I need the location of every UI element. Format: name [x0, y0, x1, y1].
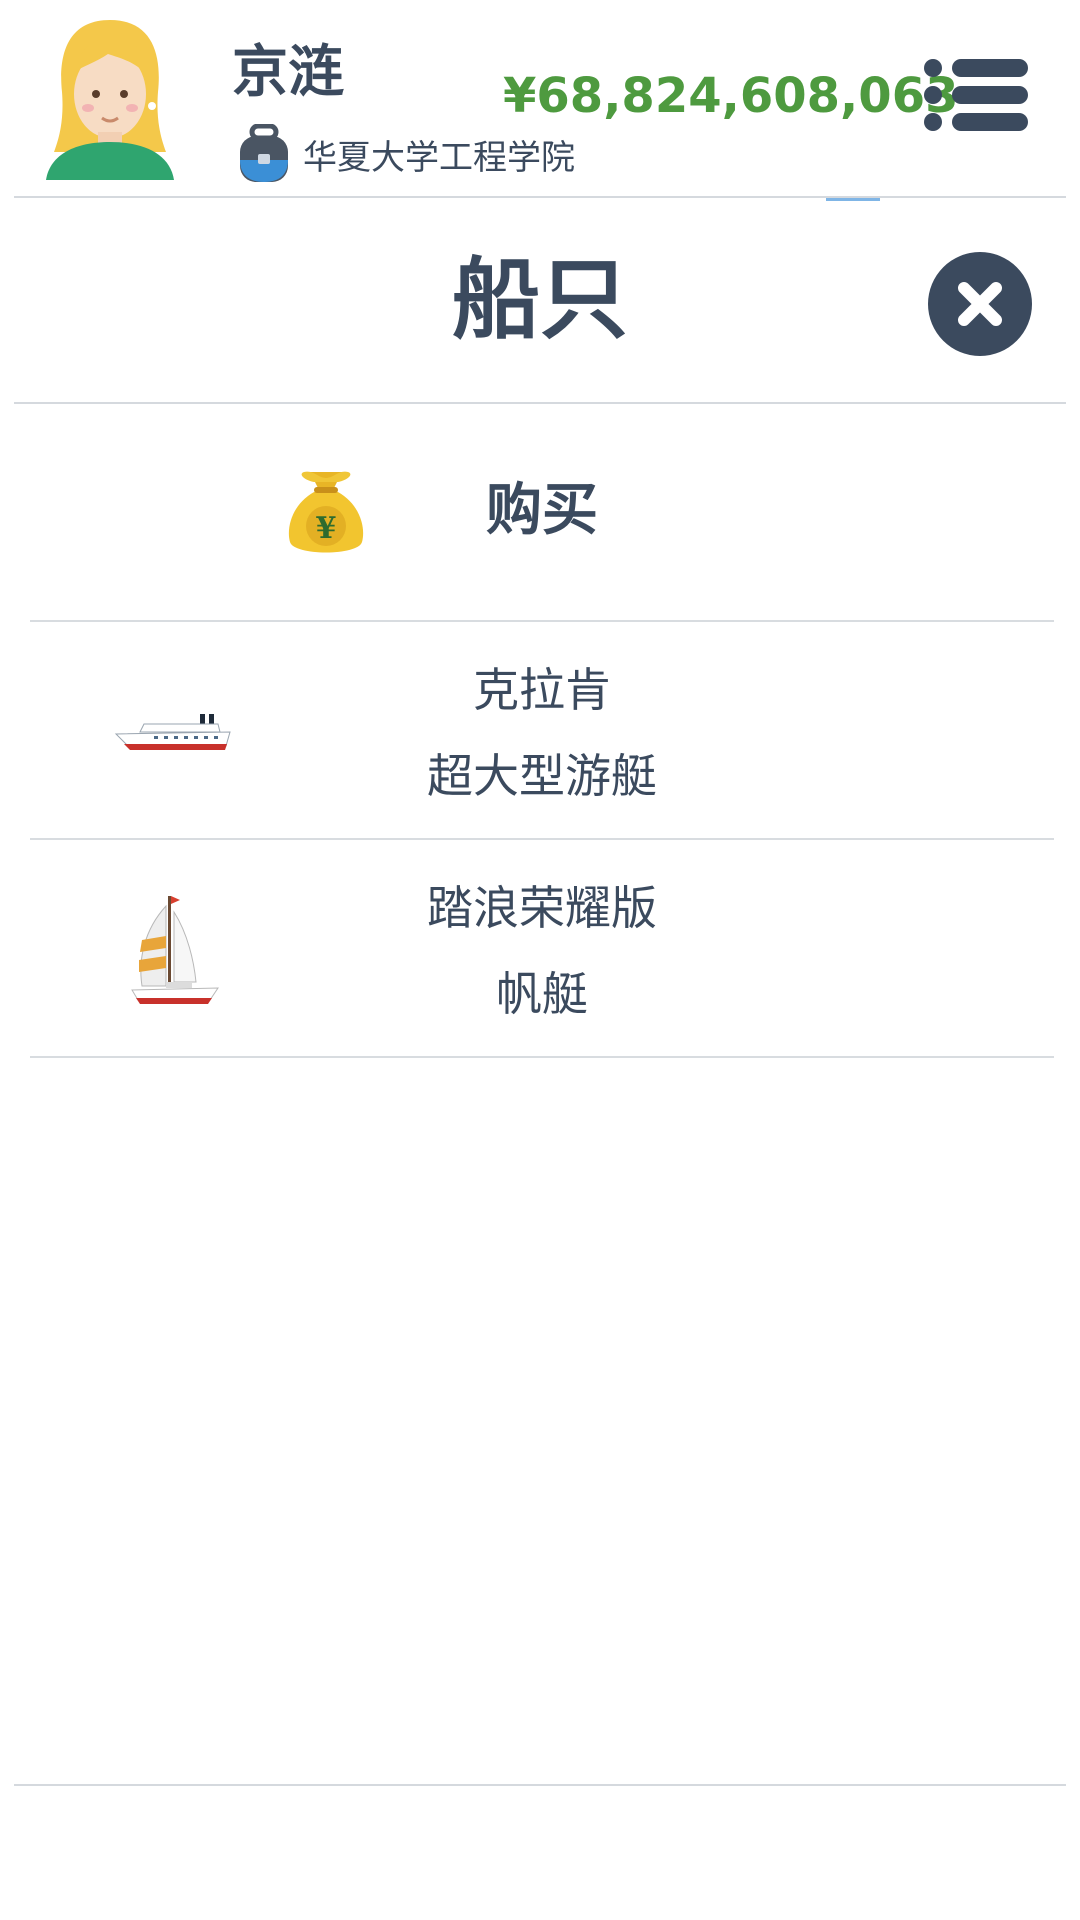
- menu-button[interactable]: [924, 54, 1028, 136]
- bottom-divider: [14, 1784, 1066, 1786]
- backpack-icon: [236, 123, 292, 186]
- header-divider: [14, 196, 1066, 198]
- money-balance: ¥68,824,608,063: [503, 68, 959, 124]
- item-type: 超大型游艇: [427, 749, 657, 803]
- list-item-sailboat[interactable]: 踏浪荣耀版 帆艇: [30, 840, 1054, 1058]
- blonde-avatar-icon: [46, 20, 174, 180]
- close-button[interactable]: [928, 252, 1032, 356]
- avatar[interactable]: [40, 14, 180, 184]
- page-title: 船只: [451, 248, 628, 351]
- item-type: 帆艇: [496, 967, 588, 1021]
- school-name: 华夏大学工程学院: [303, 138, 575, 178]
- item-name: 踏浪荣耀版: [427, 881, 657, 935]
- close-icon: [958, 282, 1002, 326]
- buy-label: 购买: [486, 478, 598, 543]
- list-item-yacht[interactable]: 克拉肯 超大型游艇: [30, 622, 1054, 840]
- header: 京涟 华夏大学工程学院 ¥68,824,608,063: [0, 0, 1080, 201]
- item-name: 克拉肯: [473, 663, 611, 717]
- buy-row[interactable]: ¥ 购买: [30, 404, 1054, 622]
- header-accent-line: [826, 198, 880, 201]
- player-name: 京涟: [232, 40, 344, 105]
